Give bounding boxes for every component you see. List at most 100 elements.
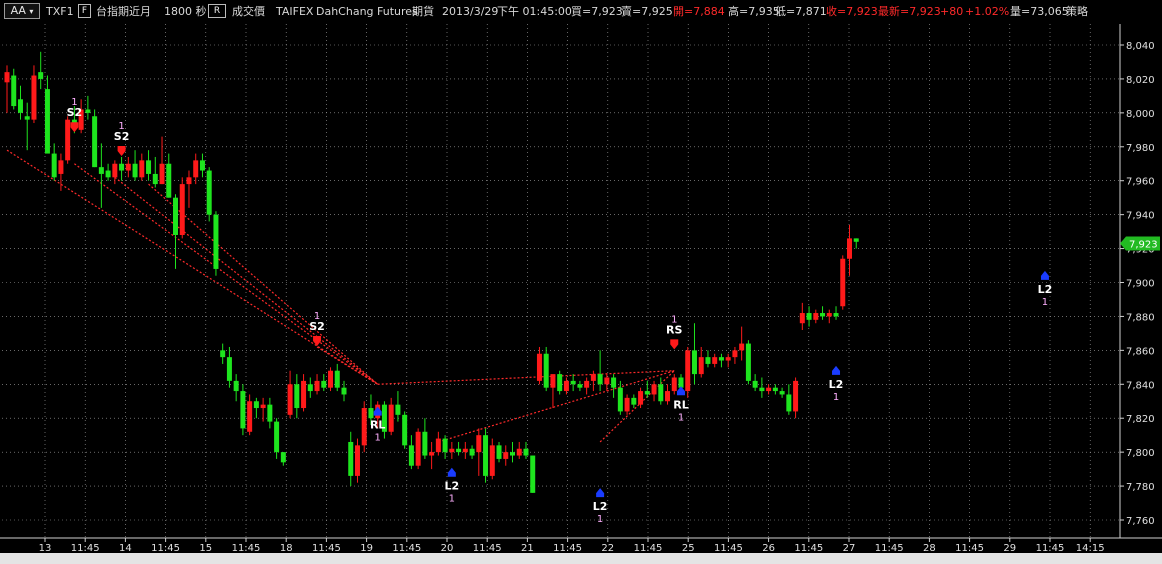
candle-body (685, 350, 691, 392)
period-menu-icon[interactable]: F (78, 4, 91, 18)
candle-body (705, 357, 711, 364)
candle (772, 384, 778, 395)
candle-body (267, 404, 273, 422)
signal-label: L2 (1038, 283, 1053, 296)
signal-marker: 1RS (666, 314, 683, 350)
candle-body (476, 435, 482, 453)
candle-body (334, 370, 340, 388)
trade-link-line (6, 149, 379, 385)
candle (799, 302, 805, 330)
signal-label: L2 (593, 500, 608, 513)
candle (17, 85, 23, 120)
candle-body (294, 384, 300, 409)
candle-body (139, 160, 145, 178)
candle (422, 418, 428, 459)
candle-body (17, 99, 23, 113)
candle (779, 387, 785, 398)
candle-body (563, 380, 569, 392)
candle (408, 435, 414, 470)
candle (226, 346, 232, 388)
candle (752, 374, 758, 392)
signal-label: RL (370, 419, 385, 432)
strategy-label: 策略 (1066, 5, 1088, 18)
x-tick-label: 28 (923, 543, 936, 554)
y-tick-label: 8,000 (1126, 109, 1155, 120)
candle-body (638, 391, 644, 405)
candle (813, 309, 819, 324)
candle (557, 370, 563, 395)
y-tick-label: 7,840 (1126, 380, 1155, 391)
x-tick-label: 11:45 (151, 543, 180, 554)
candle-body (24, 116, 30, 120)
candle (98, 143, 104, 208)
y-tick-label: 7,800 (1126, 448, 1155, 459)
candle (691, 323, 697, 385)
candle (152, 156, 158, 188)
candle-body (779, 391, 785, 395)
candle-body (624, 397, 630, 412)
last-price-marker: 7,923 (1120, 236, 1160, 251)
candle (280, 452, 286, 466)
candle-body (274, 421, 280, 453)
candle-body (166, 163, 172, 198)
x-tick-label: 18 (280, 543, 293, 554)
candle (354, 438, 360, 483)
candle (543, 346, 549, 392)
aa-menu-button[interactable]: AA ▾ (4, 3, 40, 19)
candle (705, 350, 711, 368)
candle (739, 326, 745, 361)
candle (604, 374, 610, 392)
signal-label: RS (666, 323, 682, 336)
candle (395, 391, 401, 422)
candle (125, 156, 131, 178)
candle-body (4, 72, 10, 83)
signal-count: 1 (597, 514, 603, 525)
signal-marker: L21 (593, 488, 608, 525)
candle-body (31, 75, 37, 120)
candle (766, 384, 772, 395)
candle (456, 441, 462, 456)
candle-body (732, 350, 738, 358)
sell-arrow-icon (670, 339, 679, 350)
candle (577, 380, 583, 392)
candle-body (570, 380, 576, 385)
trade-link-line (74, 163, 379, 385)
exchange-label: TAIFEX (276, 5, 314, 18)
candle (516, 441, 522, 459)
candle (294, 374, 300, 419)
candle (199, 153, 205, 178)
signal-count: 1 (375, 433, 381, 444)
product-label: 台指期近月 (96, 5, 151, 18)
candle-body (307, 384, 313, 392)
candle-body (435, 438, 441, 453)
open-label: 開=7,884 (673, 5, 725, 18)
candle (745, 340, 751, 385)
candle-body (718, 357, 724, 361)
candle-body (152, 173, 158, 185)
candle-body (402, 414, 408, 446)
sell-arrow-icon (313, 335, 322, 346)
candle-body (395, 404, 401, 415)
candle-body (193, 160, 199, 178)
price-type-menu-icon[interactable]: R (208, 4, 226, 18)
interval-label: 1800 秒 (164, 5, 207, 18)
candle (341, 380, 347, 402)
trade-link-line (377, 370, 675, 385)
candle-body (826, 313, 832, 317)
signal-marker: L21 (829, 365, 843, 403)
candle-body (489, 445, 495, 476)
price-chart[interactable]: 1S21S21S2RL1L21L211RSRL1L21L21 8,0408,02… (0, 0, 1162, 564)
candle (496, 441, 502, 463)
candle (38, 51, 44, 90)
candle-body (590, 374, 596, 381)
candle-body (469, 448, 475, 456)
signal-count: 1 (1042, 297, 1048, 308)
candle (119, 156, 125, 181)
candle (139, 153, 145, 181)
candle-body (132, 163, 138, 178)
x-tick-label: 21 (521, 543, 534, 554)
candle-body (536, 353, 542, 381)
symbol-label[interactable]: TXF1 (46, 5, 74, 19)
candle-body (806, 313, 812, 320)
trade-lines (6, 149, 675, 443)
